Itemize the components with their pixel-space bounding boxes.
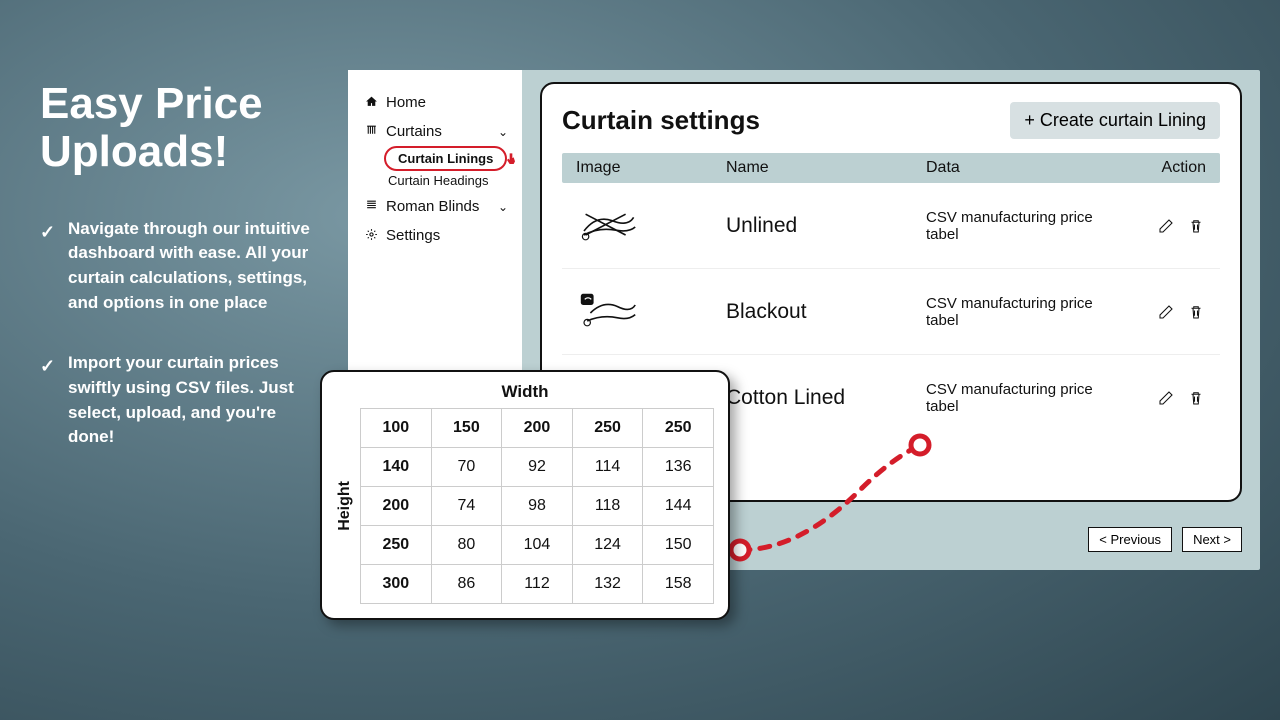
table-row: Unlined CSV manufacturing price tabel	[562, 183, 1220, 269]
sidebar-item-label: Home	[386, 94, 426, 111]
curtains-icon	[364, 124, 378, 140]
price-cell: 114	[572, 448, 643, 487]
sidebar-sub-curtain-linings[interactable]: Curtain Linings	[384, 146, 507, 171]
price-cell: 144	[643, 487, 714, 526]
price-cell: 158	[643, 565, 714, 604]
col-header: 200	[502, 409, 573, 448]
table-header: Image Name Data Action	[562, 153, 1220, 183]
sidebar-item-label: Curtains	[386, 123, 442, 140]
delete-button[interactable]	[1186, 216, 1206, 236]
marketing-bullet: ✓ Navigate through our intuitive dashboa…	[40, 217, 320, 316]
sidebar-item-settings[interactable]: Settings	[360, 221, 518, 250]
panel-title: Curtain settings	[562, 105, 760, 136]
row-name: Unlined	[726, 214, 926, 238]
row-name: Cotton Lined	[726, 386, 926, 410]
delete-button[interactable]	[1186, 388, 1206, 408]
blinds-icon	[364, 199, 378, 215]
row-header: 140	[361, 448, 432, 487]
lining-image-unlined	[576, 201, 726, 250]
height-axis-label: Height	[336, 481, 354, 531]
sidebar-item-roman-blinds[interactable]: Roman Blinds ⌄	[360, 192, 518, 221]
marketing-column: Easy Price Uploads! ✓ Navigate through o…	[40, 80, 320, 486]
pager: < Previous Next >	[1088, 527, 1242, 552]
lining-image-blackout	[576, 287, 726, 336]
bullet-text: Import your curtain prices swiftly using…	[68, 351, 320, 450]
edit-button[interactable]	[1156, 216, 1176, 236]
sidebar-item-label: Roman Blinds	[386, 198, 479, 215]
price-cell: 92	[502, 448, 573, 487]
price-cell: 80	[431, 526, 502, 565]
price-cell: 118	[572, 487, 643, 526]
col-header: 250	[643, 409, 714, 448]
price-cell: 136	[643, 448, 714, 487]
marketing-bullet: ✓ Import your curtain prices swiftly usi…	[40, 351, 320, 450]
col-header: 150	[431, 409, 502, 448]
row-data: CSV manufacturing price tabel	[926, 209, 1126, 243]
check-icon: ✓	[40, 217, 56, 316]
create-lining-button[interactable]: + Create curtain Lining	[1010, 102, 1220, 139]
check-icon: ✓	[40, 351, 56, 450]
col-data: Data	[926, 159, 1126, 177]
edit-button[interactable]	[1156, 302, 1176, 322]
row-data: CSV manufacturing price tabel	[926, 381, 1126, 415]
price-cell: 74	[431, 487, 502, 526]
sub-item-label: Curtain Linings	[398, 151, 493, 166]
price-cell: 132	[572, 565, 643, 604]
prev-button[interactable]: < Previous	[1088, 527, 1172, 552]
chevron-down-icon: ⌄	[498, 125, 514, 139]
col-action: Action	[1126, 159, 1206, 177]
sidebar-item-label: Settings	[386, 227, 440, 244]
price-cell: 150	[643, 526, 714, 565]
col-header: 250	[572, 409, 643, 448]
gear-icon	[364, 228, 378, 244]
width-axis-label: Width	[336, 382, 714, 402]
col-image: Image	[576, 159, 726, 177]
table-row: Blackout CSV manufacturing price tabel	[562, 269, 1220, 355]
sidebar-item-home[interactable]: Home	[360, 88, 518, 117]
price-table: 100 150 200 250 250 140 70 92 114 136 20…	[360, 408, 714, 604]
row-data: CSV manufacturing price tabel	[926, 295, 1126, 329]
price-cell: 98	[502, 487, 573, 526]
sidebar-sub-curtain-headings[interactable]: Curtain Headings	[360, 171, 518, 192]
delete-button[interactable]	[1186, 302, 1206, 322]
chevron-down-icon: ⌄	[498, 200, 514, 214]
price-cell: 104	[502, 526, 573, 565]
row-header: 200	[361, 487, 432, 526]
bullet-text: Navigate through our intuitive dashboard…	[68, 217, 320, 316]
sub-item-label: Curtain Headings	[388, 173, 488, 188]
edit-button[interactable]	[1156, 388, 1176, 408]
row-header: 300	[361, 565, 432, 604]
row-header: 250	[361, 526, 432, 565]
price-cell: 124	[572, 526, 643, 565]
col-header: 100	[361, 409, 432, 448]
price-cell: 112	[502, 565, 573, 604]
marketing-title: Easy Price Uploads!	[40, 80, 320, 177]
price-cell: 86	[431, 565, 502, 604]
price-table-popup: Width Height 100 150 200 250 250 140 70 …	[320, 370, 730, 620]
next-button[interactable]: Next >	[1182, 527, 1242, 552]
home-icon	[364, 95, 378, 111]
sidebar-item-curtains[interactable]: Curtains ⌄	[360, 117, 518, 146]
price-cell: 70	[431, 448, 502, 487]
row-name: Blackout	[726, 300, 926, 324]
pointer-cursor-icon	[503, 152, 519, 171]
col-name: Name	[726, 159, 926, 177]
